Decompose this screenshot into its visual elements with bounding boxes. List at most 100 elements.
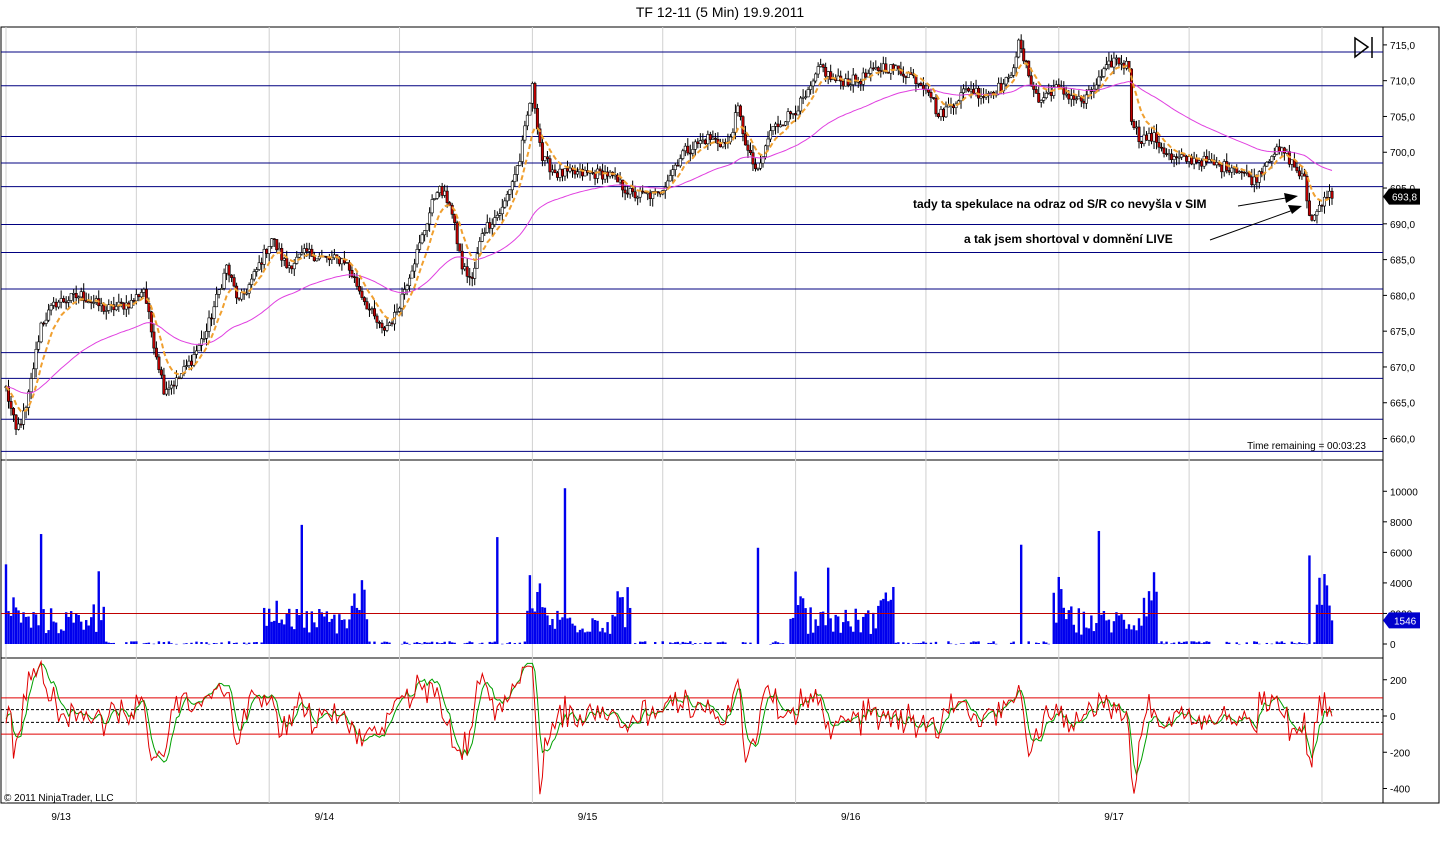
candle-body	[671, 169, 675, 176]
volume-bar	[353, 593, 356, 644]
volume-bar	[1120, 614, 1123, 644]
candle-body	[225, 264, 229, 274]
volume-bar	[74, 613, 78, 644]
candle-body	[1192, 157, 1196, 165]
volume-bar	[105, 641, 108, 644]
volume-bar	[894, 642, 898, 644]
volume-bar	[1180, 642, 1183, 644]
candle-body	[508, 189, 512, 195]
annotation-sim-text: tady ta spekulace na odraz od S/R co nev…	[913, 197, 1206, 211]
candle-body	[77, 296, 81, 299]
candle-body	[964, 88, 968, 90]
volume-bar	[125, 642, 128, 644]
volume-bar	[694, 643, 697, 644]
volume-bar	[132, 641, 136, 644]
candle-body	[886, 71, 890, 74]
candle-body	[285, 258, 289, 269]
axis-labels: 9/13 9/14 9/15 9/16 9/17 715,0 710,0 705,0 700,0…	[51, 41, 1420, 823]
candle-body	[1114, 57, 1118, 60]
volume-bar	[847, 621, 850, 644]
volume-bar	[1190, 641, 1193, 644]
candle-body	[1077, 95, 1081, 100]
volume-bar	[400, 643, 404, 645]
candle-body	[1200, 160, 1204, 167]
candle-body	[849, 84, 853, 86]
volume-bar	[699, 643, 702, 644]
volume-bar	[310, 611, 314, 644]
volume-bar	[859, 632, 862, 644]
candle-body	[666, 180, 670, 188]
volume-bar	[1197, 641, 1201, 644]
candle-body	[941, 109, 945, 118]
candle-body	[152, 331, 156, 349]
volume-bar	[806, 633, 810, 644]
candle-body	[277, 248, 281, 251]
candle-body	[32, 368, 36, 379]
volume-bar	[679, 643, 682, 645]
candle-body	[370, 308, 374, 310]
candle-body	[403, 289, 407, 295]
candle-body	[493, 217, 497, 225]
candle-body	[22, 410, 26, 425]
candle-body	[1102, 68, 1106, 77]
candle-body	[445, 190, 449, 203]
candle-body	[540, 142, 544, 161]
candle-body	[129, 300, 133, 309]
volume-bar	[1150, 600, 1153, 644]
candle-body	[237, 297, 241, 300]
candle-body	[1172, 156, 1176, 160]
candle-body	[713, 137, 717, 140]
candle-body	[1012, 67, 1016, 76]
volume-bar	[691, 643, 695, 645]
volume-bar	[994, 643, 998, 645]
candle-body	[668, 175, 672, 182]
candle-body	[227, 264, 231, 276]
volume-bar	[716, 642, 720, 644]
volume-bar	[408, 643, 411, 645]
candle-body	[836, 75, 840, 82]
volume-bar	[59, 629, 63, 644]
volume-bar	[1127, 624, 1131, 644]
volume-bar	[1070, 606, 1073, 644]
candle-body	[967, 88, 971, 92]
volume-bar	[919, 642, 923, 644]
candle-body	[921, 84, 925, 90]
volume-bar	[365, 619, 369, 644]
volume-bar	[100, 620, 103, 644]
candle-body	[525, 114, 529, 127]
price-y-tick-label: 705,0	[1390, 112, 1415, 123]
x-tick-label: 9/15	[578, 812, 598, 823]
volume-bar	[1293, 643, 1296, 644]
volume-bar	[4, 564, 8, 644]
volume-bar	[1192, 641, 1196, 644]
candle-body	[673, 164, 677, 170]
candle-body	[137, 294, 141, 298]
candle-body	[1280, 147, 1284, 152]
volume-bar	[1047, 643, 1050, 645]
candle-body	[189, 360, 193, 366]
candle-body	[465, 266, 469, 277]
candle-body	[1094, 84, 1098, 90]
candle-body	[533, 83, 537, 109]
osc-y-tick-label: -200	[1390, 748, 1410, 759]
candle-body	[463, 266, 467, 270]
skip-to-end-icon[interactable]	[1350, 36, 1376, 60]
candle-body	[781, 124, 785, 127]
sr-levels	[1, 51, 1383, 452]
volume-bar	[112, 642, 115, 644]
volume-bar	[706, 642, 710, 644]
candle-body	[257, 262, 261, 270]
candle-body	[824, 66, 828, 77]
candle-body	[52, 301, 56, 306]
candle-body	[255, 269, 259, 272]
candle-body	[1142, 134, 1146, 144]
candle-body	[352, 276, 356, 278]
volume-bar	[638, 641, 642, 644]
candle-body	[733, 112, 737, 133]
candle-body	[149, 311, 153, 333]
volume-bar	[598, 631, 602, 644]
candle-body	[64, 301, 68, 304]
candle-body	[72, 292, 76, 295]
volume-bar	[566, 618, 569, 644]
volume-bar	[87, 625, 90, 644]
